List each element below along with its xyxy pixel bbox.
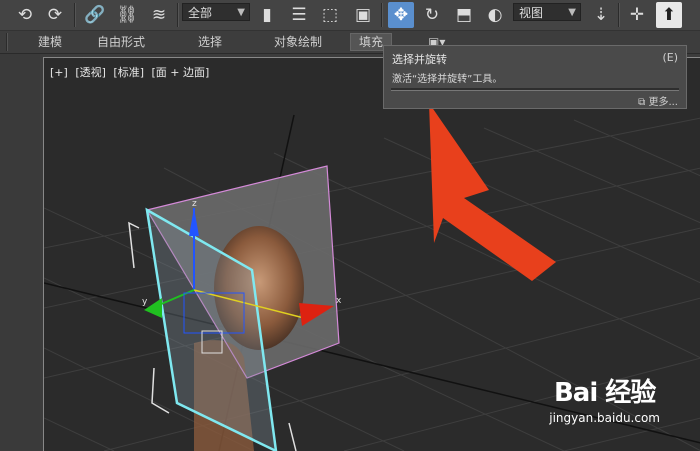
- select-manipulate-icon[interactable]: ✛: [624, 2, 650, 28]
- redo-icon[interactable]: ⟳: [42, 2, 68, 28]
- watermark-logo: Bai 经验: [553, 378, 656, 408]
- gizmo-label-x: x: [336, 296, 342, 306]
- undo-icon[interactable]: ⟲: [12, 2, 38, 28]
- pivot-icon[interactable]: ⇣: [588, 2, 614, 28]
- keyboard-shortcut-icon[interactable]: ⬆: [656, 2, 682, 28]
- tooltip-shortcut: (E): [662, 51, 678, 64]
- watermark-url: jingyan.baidu.com: [549, 411, 660, 425]
- rect-selection-icon[interactable]: ⬚: [317, 2, 343, 28]
- baidu-watermark: Bai 经验 jingyan.baidu.com: [549, 372, 660, 425]
- left-panel: [0, 54, 40, 450]
- reference-coord-value: 视图: [519, 6, 544, 20]
- window-crossing-icon[interactable]: ▣: [350, 2, 376, 28]
- scale-icon[interactable]: ⬒: [451, 2, 477, 28]
- tooltip-more-label: 更多...: [648, 97, 678, 108]
- toolbar-separator: [618, 3, 620, 27]
- annotation-arrow: [429, 103, 556, 281]
- tooltip-divider: [391, 88, 679, 91]
- tooltip-more-link[interactable]: ⧉ 更多...: [638, 93, 678, 108]
- ribbon-grip: [6, 33, 8, 51]
- toolbar-separator: [74, 3, 76, 27]
- rotate-icon[interactable]: ↻: [419, 2, 445, 28]
- move-icon[interactable]: ✥: [388, 2, 414, 28]
- chevron-down-icon: ▼: [568, 7, 576, 18]
- toolbar-separator: [381, 3, 383, 27]
- gizmo-label-y: y: [142, 297, 148, 307]
- link-icon[interactable]: 🔗: [82, 2, 108, 28]
- viewport-shading-standard[interactable]: [标准]: [113, 66, 144, 79]
- bind-spacewarp-icon[interactable]: ≋: [146, 2, 172, 28]
- toolbar-separator: [177, 3, 179, 27]
- viewport-display-mode[interactable]: [面 + 边面]: [152, 66, 210, 79]
- tool-tooltip: 选择并旋转 (E) 激活“选择并旋转”工具。 ⧉ 更多...: [383, 45, 687, 109]
- tab-modeling[interactable]: 建模: [38, 34, 62, 50]
- select-by-name-icon[interactable]: ☰: [286, 2, 312, 28]
- external-link-icon: ⧉: [638, 97, 649, 108]
- viewport-view-menu[interactable]: [透视]: [75, 66, 106, 79]
- gizmo-label-z: z: [192, 199, 197, 209]
- selection-filter-value: 全部: [188, 6, 213, 20]
- tab-object-paint[interactable]: 对象绘制: [274, 34, 322, 50]
- main-toolbar: ⟲ ⟳ 🔗 ⛓ ≋ 全部 ▼ ▮ ☰ ⬚ ▣ ✥ ↻ ⬒ ◐ 视图 ▼ ⇣ ✛ …: [0, 0, 700, 31]
- tooltip-title: 选择并旋转: [392, 53, 447, 66]
- selection-filter-dropdown[interactable]: 全部 ▼: [182, 3, 250, 21]
- viewport-label[interactable]: [+] [透视] [标准] [面 + 边面]: [50, 64, 213, 80]
- tooltip-description: 激活“选择并旋转”工具。: [392, 74, 503, 85]
- unlink-icon[interactable]: ⛓: [114, 2, 140, 28]
- placement-icon[interactable]: ◐: [482, 2, 508, 28]
- tab-selection[interactable]: 选择: [198, 34, 222, 50]
- viewport-menu-plus[interactable]: [+]: [50, 66, 68, 79]
- chevron-down-icon: ▼: [237, 7, 245, 18]
- select-object-icon[interactable]: ▮: [254, 2, 280, 28]
- reference-coord-dropdown[interactable]: 视图 ▼: [513, 3, 581, 21]
- tab-freeform[interactable]: 自由形式: [97, 34, 145, 50]
